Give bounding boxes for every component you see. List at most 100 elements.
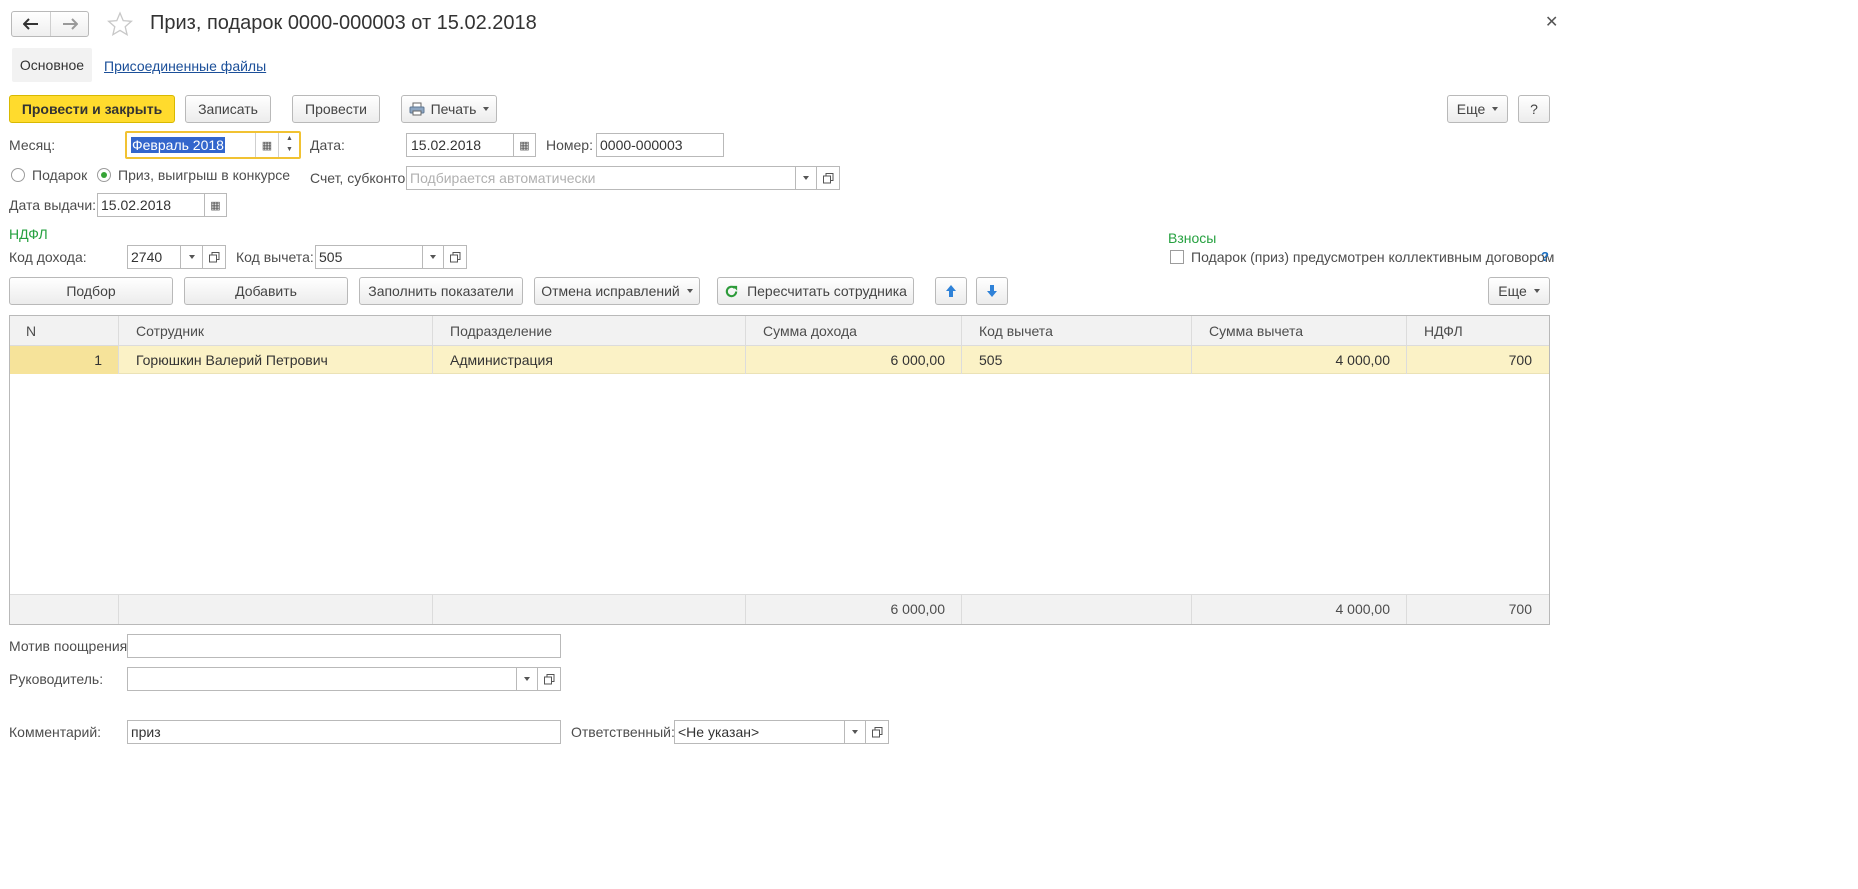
- responsible-label: Ответственный:: [571, 724, 675, 740]
- post-and-close-button[interactable]: Провести и закрыть: [9, 95, 175, 123]
- responsible-input[interactable]: <Не указан>: [674, 720, 845, 744]
- column-header-deduction-sum[interactable]: Сумма вычета: [1209, 323, 1303, 339]
- cancel-corrections-label: Отмена исправлений: [541, 283, 680, 299]
- column-divider: [118, 594, 119, 624]
- add-button[interactable]: Добавить: [184, 277, 348, 305]
- manager-input[interactable]: [127, 667, 517, 691]
- help-label: ?: [1530, 101, 1538, 117]
- favorite-star-icon[interactable]: [107, 11, 133, 37]
- deduction-code-input[interactable]: 505: [315, 245, 423, 269]
- recalc-employee-button[interactable]: Пересчитать сотрудника: [717, 277, 914, 305]
- tab-main-label: Основное: [19, 57, 85, 73]
- income-code-label: Код дохода:: [9, 249, 87, 265]
- month-spinner[interactable]: ▲ ▼: [278, 133, 300, 157]
- tab-main[interactable]: Основное: [12, 48, 92, 82]
- responsible-open-button[interactable]: [865, 720, 889, 744]
- column-header-n[interactable]: N: [26, 323, 36, 339]
- cell-n[interactable]: 1: [10, 352, 102, 368]
- chevron-down-icon: [1492, 107, 1499, 111]
- issue-date-input[interactable]: 15.02.2018: [97, 193, 205, 217]
- manager-dropdown-button[interactable]: [516, 667, 538, 691]
- account-input[interactable]: Подбирается автоматически: [406, 166, 796, 190]
- employees-table: N Сотрудник Подразделение Сумма дохода К…: [9, 315, 1550, 625]
- close-icon[interactable]: ✕: [1545, 12, 1558, 32]
- print-button[interactable]: Печать: [401, 95, 497, 123]
- deduction-code-dropdown-button[interactable]: [422, 245, 444, 269]
- responsible-dropdown-button[interactable]: [844, 720, 866, 744]
- refresh-icon: [725, 285, 738, 297]
- cell-department[interactable]: Администрация: [450, 352, 553, 368]
- move-up-button[interactable]: [935, 277, 967, 305]
- help-button[interactable]: ?: [1518, 95, 1550, 123]
- account-placeholder: Подбирается автоматически: [410, 170, 596, 186]
- month-field[interactable]: Февраль 2018 ▦ ▲ ▼: [125, 131, 301, 159]
- cell-deduction-code[interactable]: 505: [979, 352, 1002, 368]
- chevron-down-icon: [852, 730, 858, 734]
- post-button[interactable]: Провести: [292, 95, 380, 123]
- income-code-open-button[interactable]: [202, 245, 226, 269]
- tab-attached-files[interactable]: Присоединенные файлы: [104, 58, 266, 74]
- chevron-down-icon: [803, 176, 809, 180]
- back-button[interactable]: [12, 12, 51, 36]
- contrib-help-icon[interactable]: ?: [1541, 249, 1549, 264]
- calendar-icon[interactable]: ▦: [255, 133, 278, 157]
- column-header-ndfl[interactable]: НДФЛ: [1424, 323, 1463, 339]
- contrib-section-title: Взносы: [1168, 230, 1217, 246]
- move-down-button[interactable]: [976, 277, 1008, 305]
- total-income: 6 000,00: [890, 601, 946, 617]
- cell-deduction-sum[interactable]: 4 000,00: [1191, 352, 1391, 368]
- post-and-close-label: Провести и закрыть: [21, 101, 163, 117]
- deduction-code-open-button[interactable]: [443, 245, 467, 269]
- column-header-income[interactable]: Сумма дохода: [763, 323, 857, 339]
- month-value: Февраль 2018: [131, 137, 225, 153]
- comment-input[interactable]: приз: [127, 720, 561, 744]
- chevron-down-icon: [430, 255, 436, 259]
- column-header-deduction-code[interactable]: Код вычета: [979, 323, 1053, 339]
- income-code-dropdown-button[interactable]: [180, 245, 203, 269]
- arrow-left-icon: [23, 18, 38, 30]
- more-button[interactable]: Еще: [1447, 95, 1508, 123]
- arrow-up-icon: [946, 285, 956, 297]
- open-window-icon: [449, 251, 460, 262]
- calendar-icon: ▦: [519, 139, 530, 152]
- table-more-label: Еще: [1498, 283, 1527, 299]
- column-divider: [118, 316, 119, 374]
- open-window-icon: [871, 726, 882, 737]
- table-more-button[interactable]: Еще: [1488, 277, 1550, 305]
- date-input[interactable]: 15.02.2018: [406, 133, 514, 157]
- select-button[interactable]: Подбор: [9, 277, 173, 305]
- manager-open-button[interactable]: [537, 667, 561, 691]
- date-calendar-button[interactable]: ▦: [513, 133, 536, 157]
- column-divider: [432, 594, 433, 624]
- cell-ndfl[interactable]: 700: [1406, 352, 1532, 368]
- number-value: 0000-000003: [600, 137, 683, 153]
- motive-label: Мотив поощрения:: [9, 638, 132, 654]
- income-code-value: 2740: [131, 249, 163, 265]
- radio-gift[interactable]: [11, 168, 25, 182]
- cancel-corrections-button[interactable]: Отмена исправлений: [534, 277, 700, 305]
- cell-income[interactable]: 6 000,00: [745, 352, 946, 368]
- column-header-employee[interactable]: Сотрудник: [136, 323, 204, 339]
- account-open-button[interactable]: [816, 166, 840, 190]
- account-dropdown-button[interactable]: [795, 166, 817, 190]
- save-label: Записать: [198, 101, 258, 117]
- issue-date-calendar-button[interactable]: ▦: [204, 193, 227, 217]
- motive-input[interactable]: [127, 634, 561, 658]
- fill-indicators-button[interactable]: Заполнить показатели: [359, 277, 523, 305]
- column-header-department[interactable]: Подразделение: [450, 323, 552, 339]
- ndfl-section-title: НДФЛ: [9, 226, 48, 242]
- more-label: Еще: [1456, 101, 1486, 117]
- radio-prize[interactable]: [97, 168, 111, 182]
- number-input[interactable]: 0000-000003: [596, 133, 724, 157]
- chevron-down-icon: [1533, 289, 1540, 293]
- radio-gift-label: Подарок: [32, 167, 88, 183]
- cell-employee[interactable]: Горюшкин Валерий Петрович: [136, 352, 328, 368]
- recalc-employee-label: Пересчитать сотрудника: [747, 283, 907, 299]
- income-code-input[interactable]: 2740: [127, 245, 181, 269]
- open-window-icon: [543, 673, 554, 684]
- save-button[interactable]: Записать: [185, 95, 271, 123]
- collective-agreement-checkbox[interactable]: [1170, 250, 1184, 264]
- column-divider: [961, 594, 962, 624]
- print-label: Печать: [430, 101, 477, 117]
- forward-button[interactable]: [51, 12, 89, 36]
